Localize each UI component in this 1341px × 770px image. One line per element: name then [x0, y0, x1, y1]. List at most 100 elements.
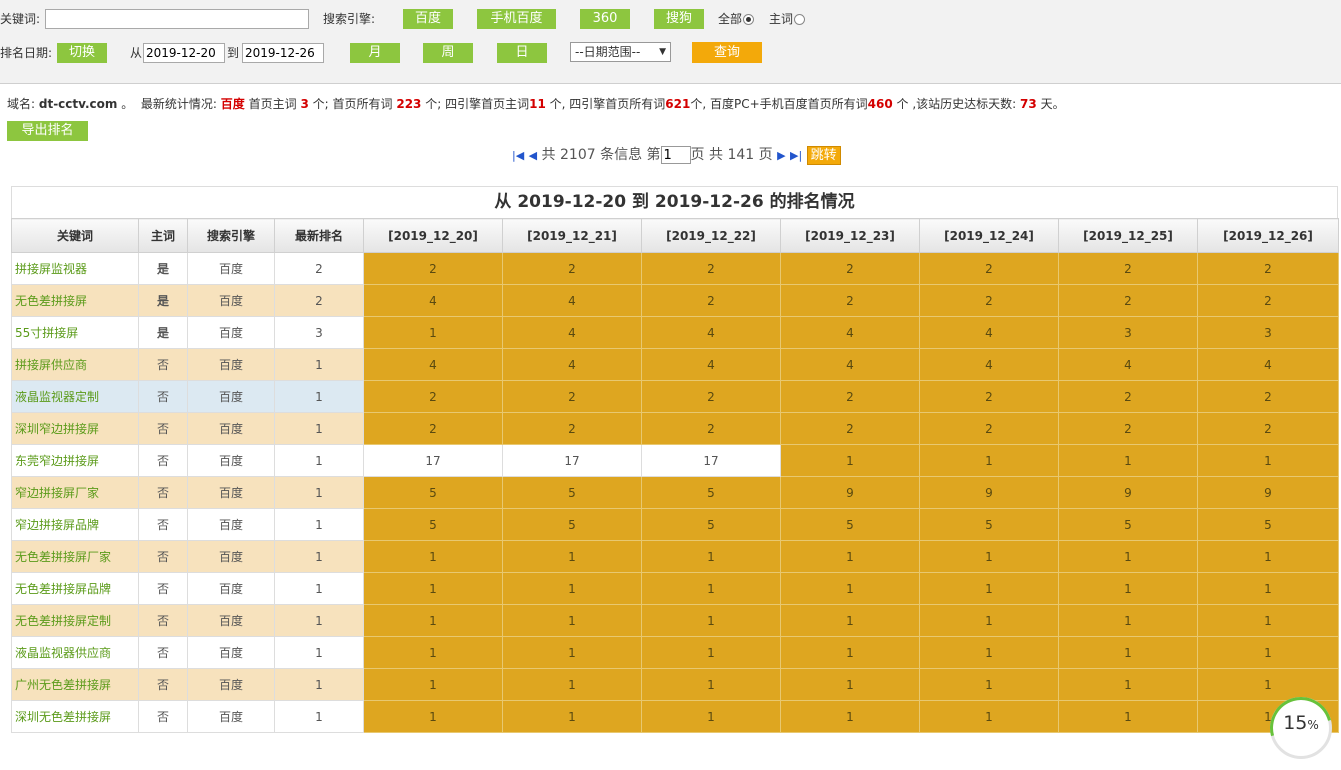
stats-engine: 百度 — [220, 97, 245, 111]
rank-cell: 2 — [919, 252, 1059, 285]
keyword-link[interactable]: 无色差拼接屏品牌 — [11, 572, 139, 605]
keyword-link[interactable]: 深圳窄边拼接屏 — [11, 412, 139, 445]
column-header: [2019_12_23] — [780, 218, 920, 253]
pager-text: 页 — [758, 147, 773, 163]
rank-cell: 2 — [641, 284, 781, 317]
rank-cell: 17 — [363, 444, 503, 477]
day-button[interactable]: 日 — [497, 43, 547, 63]
rank-cell: 1 — [780, 604, 920, 637]
table-row: 窄边拼接屏厂家否百度 1 5 5 5 9 9 9 9 — [11, 476, 1339, 509]
rank-cell: 1 — [919, 636, 1059, 669]
engine-mobile-baidu-button[interactable]: 手机百度 — [477, 9, 556, 29]
rank-cell: 1 — [919, 700, 1059, 733]
keyword-link[interactable]: 液晶监视器供应商 — [11, 636, 139, 669]
engine-cell: 百度 — [187, 316, 275, 349]
keyword-link[interactable]: 广州无色差拼接屏 — [11, 668, 139, 701]
keyword-input[interactable] — [45, 9, 309, 29]
main-flag: 否 — [138, 444, 188, 477]
rank-cell: 4 — [1197, 348, 1339, 381]
rank-cell: 1 — [641, 540, 781, 573]
column-header: [2019_12_25] — [1058, 218, 1198, 253]
progress-value: 15% — [1283, 712, 1319, 734]
rank-cell: 2 — [1058, 380, 1198, 413]
scope-all-radio[interactable] — [743, 14, 755, 25]
rank-cell: 1 — [1058, 636, 1198, 669]
jump-button[interactable]: 跳转 — [806, 145, 841, 165]
engine-sogou-button[interactable]: 搜狗 — [654, 9, 704, 29]
scope-main-radio[interactable] — [794, 14, 806, 25]
date-range-select[interactable]: --日期范围-- ▼ — [570, 42, 671, 62]
rank-cell: 2 — [1197, 380, 1339, 413]
date-from-input[interactable] — [143, 43, 225, 63]
keyword-link[interactable]: 东莞窄边拼接屏 — [11, 444, 139, 477]
rank-cell: 1 — [919, 668, 1059, 701]
week-button[interactable]: 周 — [423, 43, 473, 63]
progress-badge[interactable]: 15% — [1258, 685, 1341, 770]
query-button[interactable]: 查询 — [692, 42, 762, 63]
keyword-link[interactable]: 55寸拼接屏 — [11, 316, 139, 349]
table-row: 液晶监视器定制否百度 1 2 2 2 2 2 2 2 — [11, 380, 1339, 413]
keyword-link[interactable]: 拼接屏供应商 — [11, 348, 139, 381]
scope-main-option[interactable]: 主词 — [769, 9, 806, 29]
rank-cell: 1 — [502, 572, 642, 605]
rank-cell: 1 — [363, 668, 503, 701]
column-header: 搜索引擎 — [187, 218, 275, 253]
latest-rank: 1 — [274, 572, 364, 605]
first-page-icon[interactable]: |◀ — [512, 149, 524, 162]
keyword-link[interactable]: 深圳无色差拼接屏 — [11, 700, 139, 733]
engine-baidu-button[interactable]: 百度 — [403, 9, 453, 29]
rank-cell: 4 — [363, 348, 503, 381]
page-number-input[interactable] — [660, 146, 691, 164]
keyword-link[interactable]: 无色差拼接屏 — [11, 284, 139, 317]
keyword-link[interactable]: 拼接屏监视器 — [11, 252, 139, 285]
latest-rank: 1 — [274, 636, 364, 669]
rank-cell: 2 — [363, 252, 503, 285]
keyword-link[interactable]: 窄边拼接屏品牌 — [11, 508, 139, 541]
prev-page-icon[interactable]: ◀ — [529, 149, 537, 162]
rank-cell: 1 — [1197, 668, 1339, 701]
table-row: 拼接屏监视器是百度 2 2 2 2 2 2 2 2 — [11, 252, 1339, 285]
ranking-table: 关键词 主词 搜索引擎 最新排名 [2019_12_20] [2019_12_21] [20… — [11, 218, 1339, 733]
rank-cell: 1 — [919, 444, 1059, 477]
engine-cell: 百度 — [187, 380, 275, 413]
rank-cell: 4 — [502, 316, 642, 349]
rank-cell: 1 — [780, 668, 920, 701]
engine-cell: 百度 — [187, 412, 275, 445]
next-page-icon[interactable]: ▶ — [777, 149, 785, 162]
rank-cell: 2 — [1197, 412, 1339, 445]
rank-cell: 4 — [780, 348, 920, 381]
main-flag: 否 — [138, 604, 188, 637]
rank-cell: 1 — [641, 700, 781, 733]
keyword-link[interactable]: 液晶监视器定制 — [11, 380, 139, 413]
keyword-link[interactable]: 无色差拼接屏厂家 — [11, 540, 139, 573]
table-title: 从 2019-12-20 到 2019-12-26 的排名情况 — [11, 186, 1338, 218]
scope-all-label: 全部 — [718, 12, 743, 26]
engine-cell: 百度 — [187, 252, 275, 285]
rank-cell: 1 — [919, 572, 1059, 605]
table-row: 液晶监视器供应商否百度 1 1 1 1 1 1 1 1 — [11, 636, 1339, 669]
rank-cell: 2 — [1197, 284, 1339, 317]
engine-360-button[interactable]: 360 — [580, 9, 630, 29]
to-label: 到 — [227, 46, 240, 60]
keyword-link[interactable]: 窄边拼接屏厂家 — [11, 476, 139, 509]
main-flag: 否 — [138, 636, 188, 669]
engine-cell: 百度 — [187, 444, 275, 477]
rank-cell: 1 — [363, 316, 503, 349]
rank-cell: 1 — [780, 444, 920, 477]
scope-all-option[interactable]: 全部 — [718, 9, 755, 29]
rank-cell: 2 — [1058, 252, 1198, 285]
column-header: 关键词 — [11, 218, 139, 253]
rank-cell: 5 — [780, 508, 920, 541]
keyword-link[interactable]: 无色差拼接屏定制 — [11, 604, 139, 637]
domain-label: 域名: — [7, 97, 36, 111]
export-ranking-button[interactable]: 导出排名 — [7, 121, 88, 141]
rank-cell: 1 — [1058, 668, 1198, 701]
rank-cell: 2 — [780, 380, 920, 413]
last-page-icon[interactable]: ▶| — [790, 149, 802, 162]
month-button[interactable]: 月 — [350, 43, 400, 63]
date-to-input[interactable] — [242, 43, 324, 63]
dropdown-arrow-icon: ▼ — [659, 47, 666, 57]
main-flag: 否 — [138, 668, 188, 701]
switch-button[interactable]: 切换 — [57, 43, 107, 63]
stats-text: 个, 百度PC+手机百度首页所有词 — [690, 97, 868, 111]
